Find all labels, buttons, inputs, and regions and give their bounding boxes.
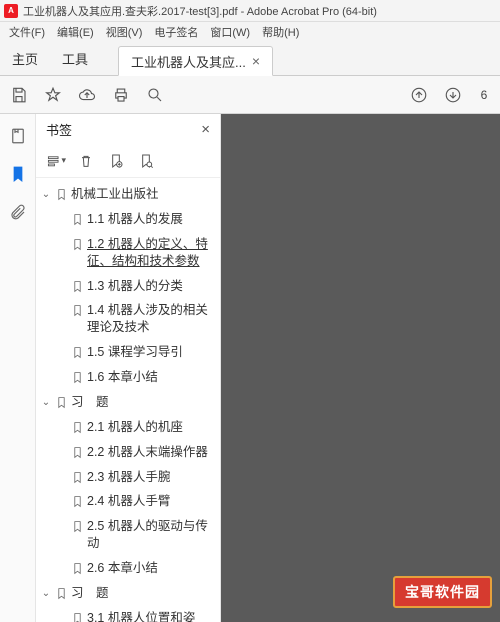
page-down-icon[interactable] [442,84,464,106]
tab-document-label: 工业机器人及其应... [131,52,246,71]
bookmark-label: 2.1 机器人的机座 [87,419,216,436]
document-viewer[interactable]: 宝哥软件园 [221,114,500,622]
app-icon: A [4,4,18,18]
cloud-upload-icon[interactable] [76,84,98,106]
menu-view[interactable]: 视图(V) [101,22,148,42]
panel-toolbar: ▾ [36,144,220,178]
bookmark-label: 1.2 机器人的定义、特征、结构和技术参数 [87,236,216,270]
bookmark-item[interactable]: 2.4 机器人手臂 [38,489,218,514]
bookmarks-panel: 书签 × ▾ ⌄ 机械工业出版社 1.1 机器人的发展 1.2 机器人的定义、特征、结… [36,114,221,622]
bookmark-item[interactable]: 2.2 机器人末端操作器 [38,440,218,465]
bookmark-item[interactable]: 2.6 本章小结 [38,556,218,581]
bookmark-icon [71,304,84,317]
title-bar: A 工业机器人及其应用.查夫彩.2017-test[3].pdf - Adobe… [0,0,500,22]
tab-home[interactable]: 主页 [0,42,50,75]
bookmark-item[interactable]: ⌄ 习 题 [38,581,218,606]
menu-file[interactable]: 文件(F) [4,22,50,42]
menu-bar: 文件(F) 编辑(E) 视图(V) 电子签名 窗口(W) 帮助(H) [0,22,500,42]
bookmark-item[interactable]: 3.1 机器人位置和姿 [38,606,218,622]
bookmark-icon [71,495,84,508]
bookmark-item[interactable]: 1.2 机器人的定义、特征、结构和技术参数 [38,232,218,274]
close-panel-icon[interactable]: × [201,121,210,138]
panel-header: 书签 × [36,114,220,144]
menu-sign[interactable]: 电子签名 [149,22,203,42]
new-bookmark-icon[interactable] [106,151,126,171]
bookmark-icon [71,238,84,251]
window-title: 工业机器人及其应用.查夫彩.2017-test[3].pdf - Adobe A… [23,3,377,19]
bookmark-label: 1.5 课程学习导引 [87,344,216,361]
bookmark-item[interactable]: 2.5 机器人的驱动与传动 [38,514,218,556]
tab-document[interactable]: 工业机器人及其应... × [118,46,273,76]
content-area: 书签 × ▾ ⌄ 机械工业出版社 1.1 机器人的发展 1.2 机器人的定义、特征、结… [0,114,500,622]
side-rail [0,114,36,622]
bookmark-label: 2.6 本章小结 [87,560,216,577]
search-icon[interactable] [144,84,166,106]
bookmark-item[interactable]: 1.3 机器人的分类 [38,274,218,299]
bookmark-label: 2.2 机器人末端操作器 [87,444,216,461]
bookmark-icon [71,471,84,484]
bookmark-icon [71,213,84,226]
bookmark-item[interactable]: 1.6 本章小结 [38,365,218,390]
options-icon[interactable]: ▾ [46,151,66,171]
bookmark-icon [71,346,84,359]
bookmark-label: 1.3 机器人的分类 [87,278,216,295]
bookmark-label: 2.5 机器人的驱动与传动 [87,518,216,552]
bookmark-icon [71,562,84,575]
close-tab-icon[interactable]: × [252,53,260,69]
bookmarks-icon[interactable] [6,162,30,186]
bookmark-label: 机械工业出版社 [71,186,216,203]
bookmark-item[interactable]: 1.4 机器人涉及的相关理论及技术 [38,298,218,340]
bookmark-label: 1.4 机器人涉及的相关理论及技术 [87,302,216,336]
bookmark-item[interactable]: ⌄ 机械工业出版社 [38,182,218,207]
bookmark-item[interactable]: 1.1 机器人的发展 [38,207,218,232]
bookmark-icon [71,371,84,384]
bookmark-item[interactable]: 2.3 机器人手腕 [38,465,218,490]
panel-title: 书签 [46,120,72,139]
tab-bar: 主页 工具 工业机器人及其应... × [0,42,500,76]
bookmark-label: 习 题 [71,394,216,411]
expand-toggle-icon[interactable]: ⌄ [40,188,52,202]
print-icon[interactable] [110,84,132,106]
page-number[interactable]: 6 [476,88,492,102]
bookmark-icon [55,396,68,409]
bookmark-item[interactable]: 1.5 课程学习导引 [38,340,218,365]
menu-help[interactable]: 帮助(H) [257,22,304,42]
bookmark-icon [71,446,84,459]
bookmark-label: 3.1 机器人位置和姿 [87,610,216,622]
bookmark-icon [71,520,84,533]
menu-window[interactable]: 窗口(W) [205,22,255,42]
tab-tools[interactable]: 工具 [50,42,100,75]
bookmark-label: 2.3 机器人手腕 [87,469,216,486]
menu-edit[interactable]: 编辑(E) [52,22,99,42]
bookmark-icon [71,612,84,622]
watermark-badge: 宝哥软件园 [393,576,492,608]
bookmark-item[interactable]: ⌄ 习 题 [38,390,218,415]
bookmark-icon [55,188,68,201]
bookmark-label: 1.6 本章小结 [87,369,216,386]
thumbnails-icon[interactable] [6,124,30,148]
main-toolbar: 6 [0,76,500,114]
save-icon[interactable] [8,84,30,106]
bookmark-label: 1.1 机器人的发展 [87,211,216,228]
bookmark-icon [71,280,84,293]
expand-toggle-icon[interactable]: ⌄ [40,587,52,601]
bookmark-label: 2.4 机器人手臂 [87,493,216,510]
bookmark-tree[interactable]: ⌄ 机械工业出版社 1.1 机器人的发展 1.2 机器人的定义、特征、结构和技术参数 1… [36,178,220,622]
delete-bookmark-icon[interactable] [76,151,96,171]
page-up-icon[interactable] [408,84,430,106]
star-icon[interactable] [42,84,64,106]
expand-toggle-icon[interactable]: ⌄ [40,396,52,410]
bookmark-icon [71,421,84,434]
bookmark-label: 习 题 [71,585,216,602]
find-bookmark-icon[interactable] [136,151,156,171]
bookmark-icon [55,587,68,600]
bookmark-item[interactable]: 2.1 机器人的机座 [38,415,218,440]
attachments-icon[interactable] [6,200,30,224]
